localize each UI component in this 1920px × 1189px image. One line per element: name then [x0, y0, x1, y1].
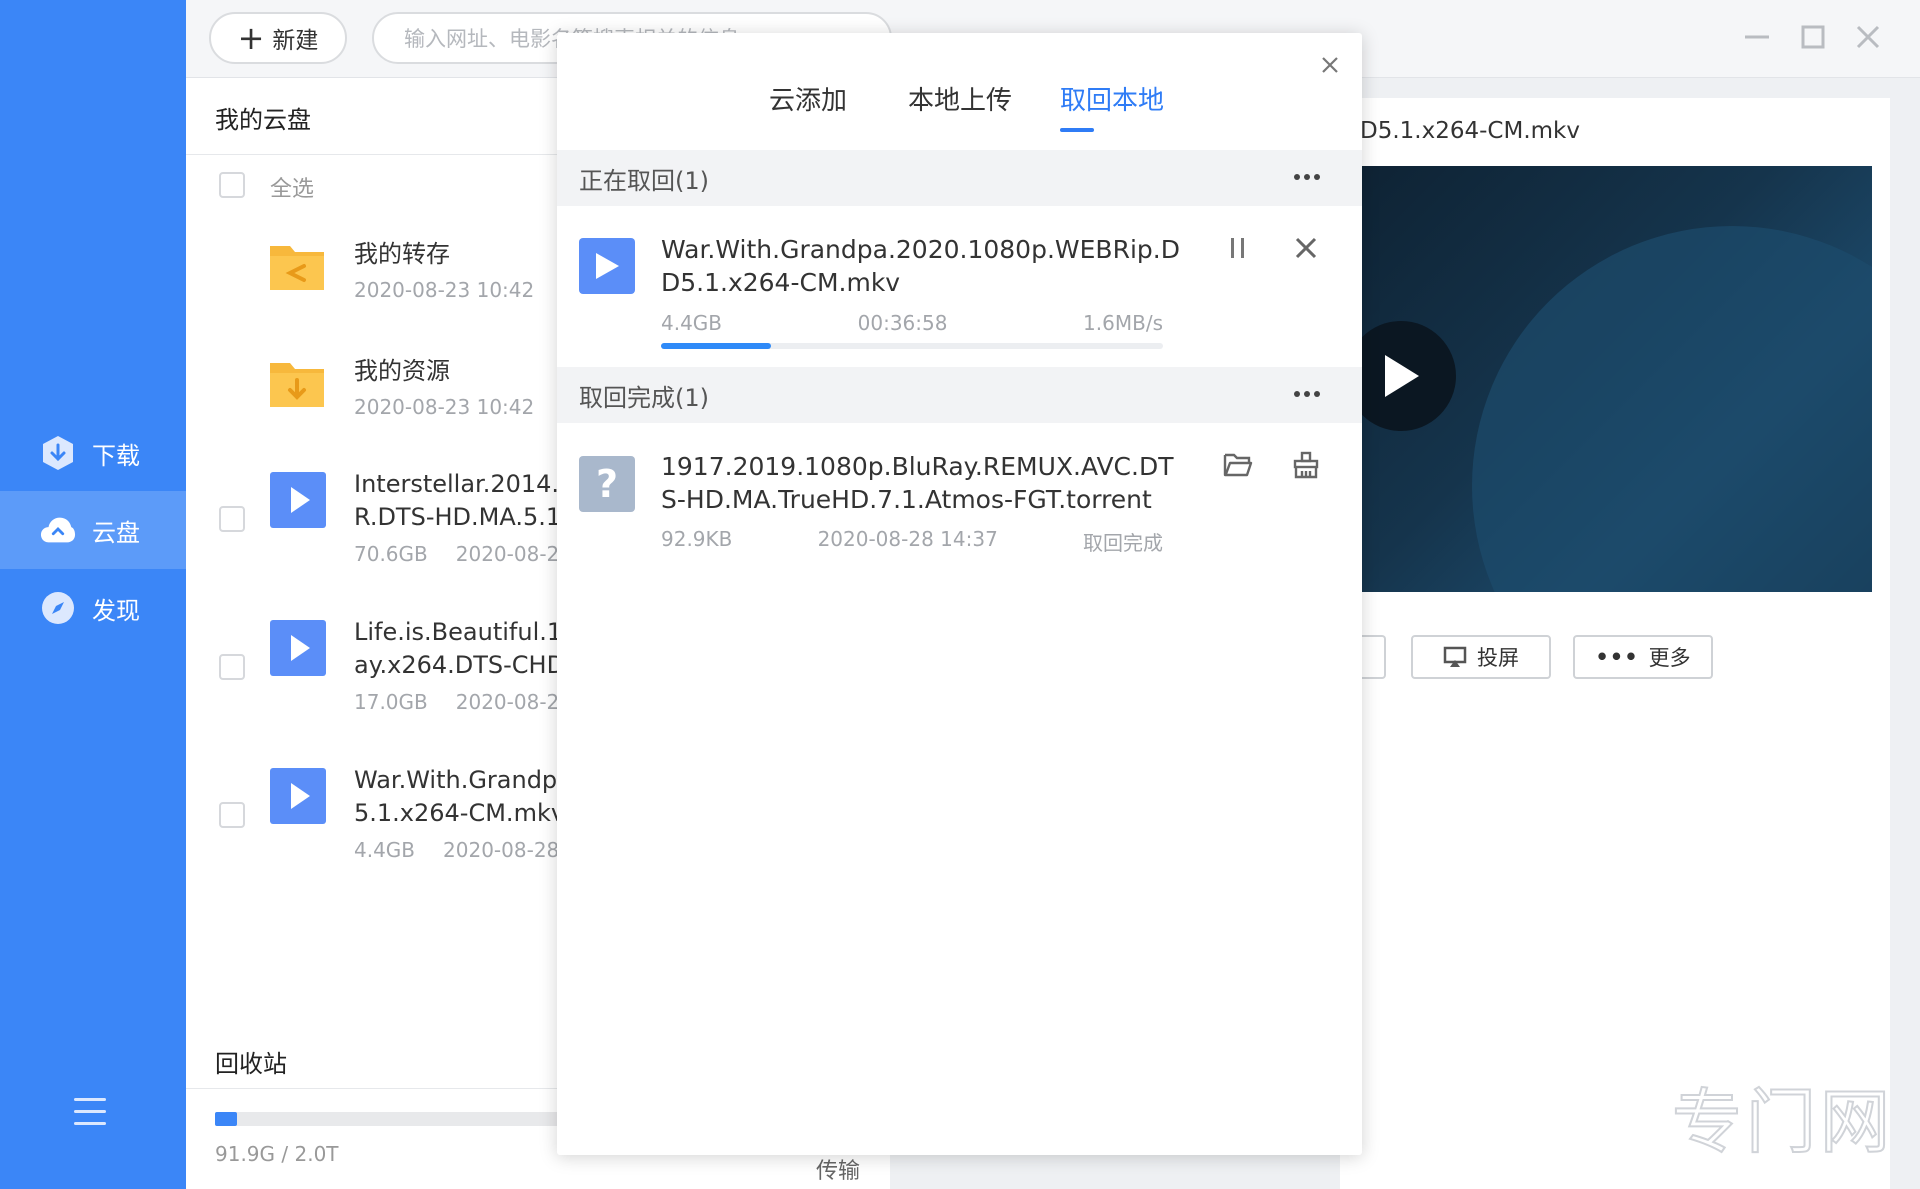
tab-cloud-add[interactable]: 云添加 [769, 80, 847, 117]
transfer-tab[interactable]: 传输 [816, 1153, 860, 1185]
clear-record-button[interactable] [1289, 448, 1323, 482]
download-size: 4.4GB [661, 311, 723, 335]
pause-button[interactable] [1221, 231, 1255, 265]
watermark-logo: 专门网 [1671, 1080, 1894, 1164]
plus-icon: + [237, 19, 265, 57]
pause-icon [1231, 238, 1244, 258]
download-progress-fill [661, 343, 772, 349]
video-file-icon [270, 768, 326, 824]
folder-download-icon [270, 363, 324, 407]
file-date: 2020-08-23 10:42 [354, 278, 535, 302]
page-title: 我的云盘 [215, 106, 311, 134]
storage-text: 91.9G / 2.0T [215, 1142, 339, 1166]
sidebar-item-cloud[interactable]: 云盘 [0, 491, 186, 569]
storage-fill [215, 1112, 237, 1126]
unknown-file-icon: ? [579, 456, 635, 512]
select-all-label: 全选 [270, 177, 315, 202]
download-file-name: War.With.Grandpa.2020.1080p.WEBRip.DD5.1… [661, 235, 1180, 297]
file-meta: 17.0GB 2020-08-2 [354, 690, 559, 714]
file-meta: 4.4GB 2020-08-28 [354, 838, 559, 862]
sidebar-item-label: 下载 [92, 441, 140, 470]
section-title: 正在取回(1) [579, 166, 709, 195]
new-button[interactable]: + 新建 [209, 12, 347, 64]
transfer-dialog: 云添加 本地上传 取回本地 正在取回(1) War.With.Grandpa.2… [557, 33, 1362, 1155]
download-progress [661, 343, 1163, 349]
row-checkbox[interactable] [219, 802, 245, 828]
completed-file-name: 1917.2019.1080p.BluRay.REMUX.AVC.DTS-HD.… [661, 452, 1174, 514]
section-more-icon[interactable] [1294, 391, 1320, 397]
cast-label: 投屏 [1477, 646, 1519, 670]
file-date: 2020-08-2 [455, 690, 560, 714]
section-title: 取回完成(1) [579, 383, 709, 412]
file-date: 2020-08-23 10:42 [354, 395, 535, 419]
new-button-label: 新建 [272, 28, 319, 54]
cloud-icon [40, 512, 76, 548]
download-meta: 4.4GB 00:36:58 1.6MB/s [661, 311, 1163, 335]
cast-icon [1443, 646, 1467, 667]
file-date: 2020-08-2 [455, 542, 560, 566]
close-window-icon[interactable] [1853, 22, 1883, 52]
sidebar-item-discover[interactable]: 发现 [0, 569, 186, 647]
folder-open-icon [1223, 453, 1253, 477]
select-all-checkbox[interactable] [219, 172, 245, 198]
file-size: 17.0GB [354, 690, 428, 714]
video-player[interactable] [1340, 166, 1872, 592]
sidebar-item-label: 云盘 [92, 518, 140, 547]
broom-icon [1293, 451, 1319, 479]
cast-button[interactable]: 投屏 [1411, 635, 1551, 679]
tab-retrieve-local[interactable]: 取回本地 [1060, 80, 1164, 117]
close-icon[interactable] [1316, 51, 1344, 79]
play-button[interactable] [1346, 321, 1456, 431]
video-background-shape [1472, 226, 1872, 592]
hamburger-menu-icon[interactable] [74, 1098, 106, 1126]
close-icon [1295, 237, 1317, 259]
file-meta: 70.6GB 2020-08-2 [354, 542, 559, 566]
file-size: 4.4GB [354, 838, 416, 862]
download-shield-icon [40, 435, 76, 471]
section-header-completed: 取回完成(1) [557, 367, 1362, 423]
more-button[interactable]: ••• 更多 [1573, 635, 1713, 679]
open-folder-button[interactable] [1221, 448, 1255, 482]
tab-local-upload[interactable]: 本地上传 [908, 80, 1012, 117]
sidebar: 下载 云盘 发现 [0, 0, 186, 1189]
section-more-icon[interactable] [1294, 174, 1320, 180]
row-checkbox[interactable] [219, 506, 245, 532]
section-header-retrieving: 正在取回(1) [557, 150, 1362, 206]
maximize-icon[interactable] [1798, 22, 1828, 52]
folder-transfer-icon [270, 246, 324, 290]
recycle-bin[interactable]: 回收站 [215, 1044, 287, 1079]
file-meta: 2020-08-23 10:42 [354, 395, 534, 419]
preview-panel: D5.1.x264-CM.mkv 投屏 ••• 更多 [1340, 98, 1890, 1189]
download-time-left: 00:36:58 [857, 311, 948, 335]
file-date: 2020-08-28 [443, 838, 560, 862]
preview-title: D5.1.x264-CM.mkv [1360, 118, 1580, 144]
file-size: 70.6GB [354, 542, 428, 566]
completed-status: 取回完成 [1082, 531, 1163, 555]
file-meta: 2020-08-23 10:42 [354, 278, 534, 302]
minimize-icon[interactable] [1742, 22, 1772, 52]
compass-icon [40, 590, 76, 626]
active-tab-indicator [1060, 128, 1094, 132]
download-speed: 1.6MB/s [1083, 311, 1163, 335]
video-file-icon [579, 238, 635, 294]
sidebar-item-download[interactable]: 下载 [0, 414, 186, 492]
completed-meta: 92.9KB 2020-08-28 14:37 取回完成 [661, 527, 1163, 556]
completed-time: 2020-08-28 14:37 [817, 527, 998, 551]
more-icon: ••• [1595, 645, 1639, 669]
completed-size: 92.9KB [661, 527, 733, 551]
row-checkbox[interactable] [219, 654, 245, 680]
play-icon [1385, 355, 1419, 397]
cancel-button[interactable] [1289, 231, 1323, 265]
sidebar-item-label: 发现 [92, 596, 140, 625]
video-file-icon [270, 620, 326, 676]
video-file-icon [270, 472, 326, 528]
more-label: 更多 [1648, 646, 1691, 670]
